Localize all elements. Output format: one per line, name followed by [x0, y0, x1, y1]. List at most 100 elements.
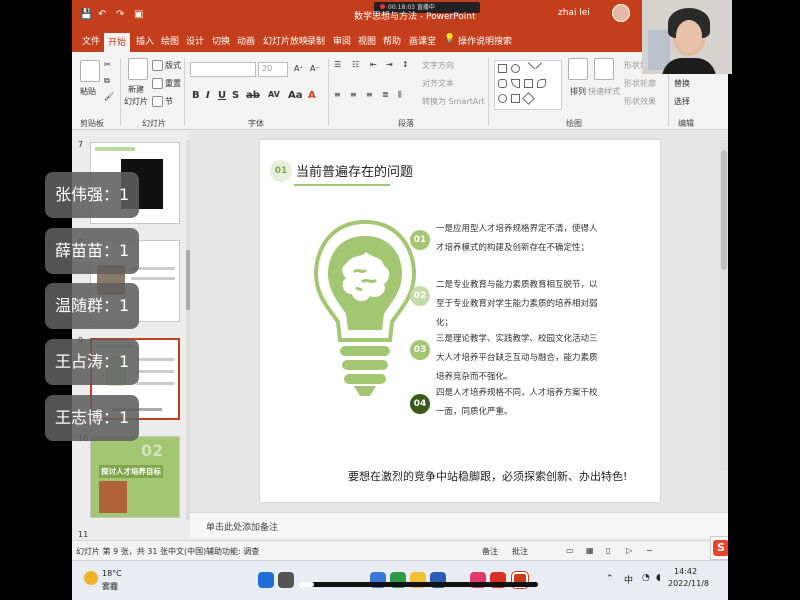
grow-font-icon[interactable]: A⁺: [294, 64, 304, 73]
arrange-icon[interactable]: [568, 58, 588, 80]
bold-button[interactable]: B: [192, 90, 200, 101]
participant-pill[interactable]: 薛苗苗：1: [45, 228, 140, 274]
rounded-rect-shape-icon[interactable]: [498, 79, 507, 88]
sogou-icon[interactable]: S: [713, 540, 728, 556]
wifi-icon[interactable]: ◔: [642, 573, 650, 583]
participant-pill[interactable]: 张伟强：1: [45, 172, 140, 218]
volume-icon[interactable]: ◖: [656, 573, 661, 583]
oval-shape-icon[interactable]: [511, 64, 520, 73]
tab-home[interactable]: 开始: [104, 33, 131, 52]
quick-styles-icon[interactable]: [594, 58, 614, 80]
participant-pill[interactable]: 温随群：1: [45, 283, 140, 329]
new-slide-button[interactable]: 新建: [128, 84, 144, 95]
italic-button[interactable]: I: [206, 90, 210, 101]
normal-view-icon[interactable]: ▭: [566, 546, 574, 555]
redo-icon[interactable]: ↷: [116, 9, 124, 20]
tab-huaketang[interactable]: 画课堂: [407, 34, 438, 47]
search-icon[interactable]: [278, 572, 294, 588]
tab-review[interactable]: 审阅: [331, 34, 353, 47]
align-left-icon[interactable]: ≡: [334, 90, 341, 99]
line-shape-icon[interactable]: [522, 62, 535, 75]
align-center-icon[interactable]: ≡: [350, 90, 357, 99]
numbering-icon[interactable]: ☷: [352, 60, 359, 69]
triangle-shape-icon[interactable]: [511, 79, 520, 88]
notes-pane[interactable]: 单击此处添加备注: [190, 512, 728, 538]
align-right-icon[interactable]: ≡: [366, 90, 373, 99]
shapes-gallery[interactable]: [494, 60, 562, 110]
chevron-up-icon[interactable]: ⌃: [606, 574, 614, 584]
ime-toolbar[interactable]: S 中 ● ▦ ■: [710, 536, 728, 560]
video-progress-bar[interactable]: [298, 582, 538, 587]
replace-button[interactable]: 替换: [674, 78, 690, 89]
text-direction-button[interactable]: 文字方向: [422, 60, 454, 71]
format-painter-icon[interactable]: 🖌: [104, 92, 114, 101]
font-color-button[interactable]: A: [308, 90, 316, 101]
justify-icon[interactable]: ≣: [382, 90, 389, 99]
undo-icon[interactable]: ↶: [98, 9, 106, 20]
section-button[interactable]: 节: [152, 96, 173, 107]
line-spacing-icon[interactable]: ↕: [402, 60, 409, 69]
paste-icon[interactable]: [80, 60, 100, 82]
cut-icon[interactable]: ✂: [104, 60, 111, 69]
slide-sorter-icon[interactable]: ▦: [586, 546, 594, 555]
tab-help[interactable]: 帮助: [381, 34, 403, 47]
notes-button[interactable]: 备注: [482, 546, 498, 557]
start-icon[interactable]: [258, 572, 274, 588]
columns-icon[interactable]: ⫼: [398, 90, 402, 100]
select-button[interactable]: 选择: [674, 96, 690, 107]
tab-design[interactable]: 设计: [184, 34, 206, 47]
change-case-button[interactable]: Aa: [288, 90, 303, 101]
decrease-indent-icon[interactable]: ⇤: [370, 60, 377, 69]
layout-button[interactable]: 版式: [152, 60, 181, 71]
tab-record[interactable]: 录制: [305, 34, 327, 47]
align-text-button[interactable]: 对齐文本: [422, 78, 454, 89]
arrow-shape-icon[interactable]: [524, 79, 533, 88]
shrink-font-icon[interactable]: A⁻: [310, 64, 320, 73]
brace-shape-icon[interactable]: [511, 94, 520, 103]
tell-me-search[interactable]: 操作说明搜索: [456, 34, 514, 47]
copy-icon[interactable]: ⧉: [104, 76, 110, 86]
rectangle-shape-icon[interactable]: [498, 64, 507, 73]
participant-pill[interactable]: 王占涛：1: [45, 339, 140, 385]
present-icon[interactable]: ▣: [134, 9, 143, 20]
increase-indent-icon[interactable]: ⇥: [386, 60, 393, 69]
notes-placeholder[interactable]: 单击此处添加备注: [206, 520, 278, 533]
save-icon[interactable]: 💾: [80, 9, 92, 20]
quick-styles-button[interactable]: 快速样式: [588, 86, 620, 97]
shape-outline-button[interactable]: 形状轮廓: [624, 78, 656, 89]
line-shape-icon[interactable]: [535, 62, 548, 75]
weather-icon[interactable]: [84, 571, 98, 585]
bullets-icon[interactable]: ☰: [334, 60, 341, 69]
accessibility-status[interactable]: 辅助功能: 调查: [206, 546, 259, 557]
zoom-out-icon[interactable]: −: [646, 546, 653, 555]
ime-indicator[interactable]: 中: [624, 573, 633, 586]
star-shape-icon[interactable]: [522, 92, 535, 105]
new-slide-button-line2[interactable]: 幻灯片: [124, 96, 148, 107]
tab-view[interactable]: 视图: [356, 34, 378, 47]
tab-file[interactable]: 文件: [80, 34, 102, 47]
underline-button[interactable]: U: [218, 90, 226, 101]
tab-slideshow[interactable]: 幻灯片放映: [261, 34, 310, 47]
reading-view-icon[interactable]: ▯: [606, 546, 610, 555]
new-slide-icon[interactable]: [128, 58, 148, 80]
thumbnail-slide-10[interactable]: 02 探讨人才培养目标: [90, 436, 180, 518]
tab-draw[interactable]: 绘图: [159, 34, 181, 47]
shadow-button[interactable]: S: [232, 90, 239, 101]
slideshow-icon[interactable]: ▷: [626, 546, 632, 555]
strikethrough-button[interactable]: ab: [246, 90, 260, 101]
curve-shape-icon[interactable]: [537, 79, 546, 88]
font-size-field[interactable]: 20: [258, 62, 288, 77]
participant-pill[interactable]: 王志博：1: [45, 395, 140, 441]
tab-transitions[interactable]: 切换: [210, 34, 232, 47]
reset-button[interactable]: 重置: [152, 78, 181, 89]
smartart-button[interactable]: 转换为 SmartArt: [422, 96, 485, 107]
tab-insert[interactable]: 插入: [134, 34, 156, 47]
current-slide[interactable]: 01 当前普遍存在的问题 01 一是应用型人才培养规格界定不清，使得人才培养模式…: [260, 140, 660, 502]
font-name-field[interactable]: [190, 62, 256, 77]
scrollbar-thumb[interactable]: [721, 150, 727, 270]
tab-animations[interactable]: 动画: [235, 34, 257, 47]
arrange-button[interactable]: 排列: [570, 86, 586, 97]
char-spacing-button[interactable]: AV: [268, 90, 280, 99]
avatar[interactable]: [612, 4, 630, 22]
language-status[interactable]: 中文(中国): [168, 546, 206, 557]
